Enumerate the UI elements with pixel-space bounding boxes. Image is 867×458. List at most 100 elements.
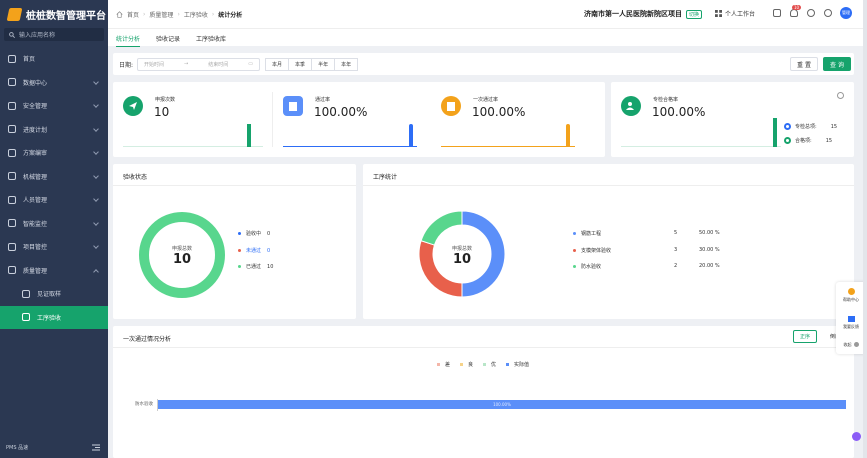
sidebar-item-label: 质量管理 [23,267,48,275]
collapse-button[interactable]: 收起 [836,342,866,348]
donut-center-label: 申报总数 [171,246,192,252]
app-logo[interactable]: 桩桩数智管理平台 [0,0,108,28]
tab-statistics[interactable]: 统计分析 [116,29,141,47]
start-date-placeholder: 开始时间 [144,61,165,68]
legend-percent: 50.00 % [699,230,720,236]
range-year-button[interactable]: 本年 [334,57,359,71]
reset-button[interactable]: 重 置 [790,57,818,71]
gear-icon[interactable] [824,9,832,17]
sidebar-item[interactable]: 工序验收 [0,305,108,329]
legend-count: 3 [674,247,678,253]
bell-icon[interactable] [790,9,798,17]
sidebar-item[interactable]: 安全管理 [0,94,108,118]
assistant-icon[interactable] [852,432,861,441]
legend-item: 实际值 [506,361,529,368]
legend-label: 差 [445,362,451,368]
chevron-down-icon [93,196,99,202]
breadcrumb-process[interactable]: 工序验收 [184,10,208,19]
breadcrumb: 首页 › 质量管理 › 工序验收 › 统计分析 [116,10,242,19]
total-label: 专检总项: [795,124,817,130]
legend-item: 差 [437,361,450,368]
special-check-card: 专检合格率 100.00% 专检总项: 15 合格项: 15 [611,82,854,157]
legend-label: 验收中 [246,231,262,237]
special-check-total: 专检总项: 15 [784,123,837,130]
collapse-label: 收起 [843,342,852,347]
total-value: 15 [830,123,838,130]
info-icon[interactable] [837,92,844,99]
sidebar-item[interactable]: 进度计划 [0,118,108,142]
page-scrollbar[interactable] [863,0,867,458]
project-switch-tag[interactable]: 切换 [686,9,703,19]
donut-center-value: 10 [172,252,192,267]
donut-center: 申报总数 10 [152,245,212,267]
sidebar-item[interactable]: 人员管理 [0,188,108,212]
tab-records[interactable]: 验收记录 [156,29,180,47]
stat-value: 10 [154,105,170,119]
pass-value: 15 [825,137,833,144]
grid-icon [715,10,722,17]
sidebar-item[interactable]: 质量管理 [0,259,108,283]
sidebar-item[interactable]: 见证取样 [0,282,108,306]
chevron-down-icon [93,219,99,226]
search-placeholder: 输入应用名称 [19,32,56,39]
avatar[interactable]: 管理 [840,7,852,19]
legend-label: 良 [468,362,474,368]
menu-search-input[interactable]: 输入应用名称 [4,28,104,41]
filter-bar: 日期: 开始时间 → 结束时间 ▭ 本月 本季 半年 本年 重 置 查 询 [113,53,854,75]
feedback-button[interactable]: 我要反馈 [836,316,866,330]
stat-value: 100.00% [472,105,526,119]
sidebar-item-label: 人员管理 [23,197,48,205]
menu-icon [8,172,16,181]
user-check-icon [621,96,641,116]
legend-dot [483,363,487,366]
range-halfyear-button[interactable]: 半年 [311,57,336,71]
stat-special-check: 专检合格率 100.00% [621,96,705,119]
sort-asc-button[interactable]: 正序 [793,330,817,343]
project-switcher[interactable]: 济南市第一人民医院新院区项目 切换 [584,9,703,19]
sidebar-item-label: 见证取样 [37,291,62,299]
legend-percent: 20.00 % [699,263,720,269]
chevron-down-icon [93,149,99,155]
total-dot-icon [784,123,791,130]
query-button[interactable]: 查 询 [823,57,851,71]
bar-row-label: 防水验收 [135,402,153,407]
sidebar-item-label: 项目管控 [23,244,48,252]
clipboard-icon [283,96,303,116]
sidebar-item[interactable]: 机械管理 [0,165,108,189]
help-icon[interactable] [807,9,815,17]
menu-icon [8,266,16,275]
home-icon[interactable] [116,10,123,18]
help-center-button[interactable]: 帮助中心 [836,288,866,303]
pass-dot-icon [784,137,791,144]
range-month-button[interactable]: 本月 [265,57,290,71]
collapse-menu-icon[interactable] [92,444,100,451]
date-range-picker[interactable]: 开始时间 → 结束时间 ▭ [137,57,261,71]
paper-plane-icon [123,96,143,116]
breadcrumb-home[interactable]: 首页 [127,10,139,19]
sidebar-item[interactable]: 项目管控 [0,235,108,259]
workbench-label: 个人工作台 [725,11,756,18]
chevron-down-icon [93,78,99,85]
panel-title: 一次通过情况分析 [123,336,172,343]
sidebar-item[interactable]: 方案编审 [0,141,108,165]
legend-label: 未通过 [246,248,262,254]
bar-legend: 差 良 优 实际值 [437,361,529,368]
sidebar-item[interactable]: 智能监控 [0,212,108,236]
footer-brand: PMS 品速 [6,445,29,451]
donut-slice[interactable] [420,210,463,246]
screen-icon[interactable] [773,9,781,17]
mini-chart-bar [247,124,251,147]
chevron-up-icon [93,268,99,275]
tab-library[interactable]: 工序验收库 [196,29,226,47]
workbench-link[interactable]: 个人工作台 [715,9,755,18]
chevron-down-icon [93,172,99,179]
range-quarter-button[interactable]: 本季 [288,57,313,71]
stat-value: 100.00% [314,105,368,119]
legend-label: 实际值 [514,362,530,368]
breadcrumb-quality[interactable]: 质量管理 [149,10,173,19]
divider [363,185,854,186]
acceptance-status-panel: 验收状态 申报总数 10 验收中 0 未通过 0 已通过 10 [113,164,356,319]
sidebar-item-label: 机械管理 [23,173,48,181]
sidebar-item[interactable]: 数据中心 [0,71,108,95]
sidebar-item[interactable]: 首页 [0,47,108,71]
